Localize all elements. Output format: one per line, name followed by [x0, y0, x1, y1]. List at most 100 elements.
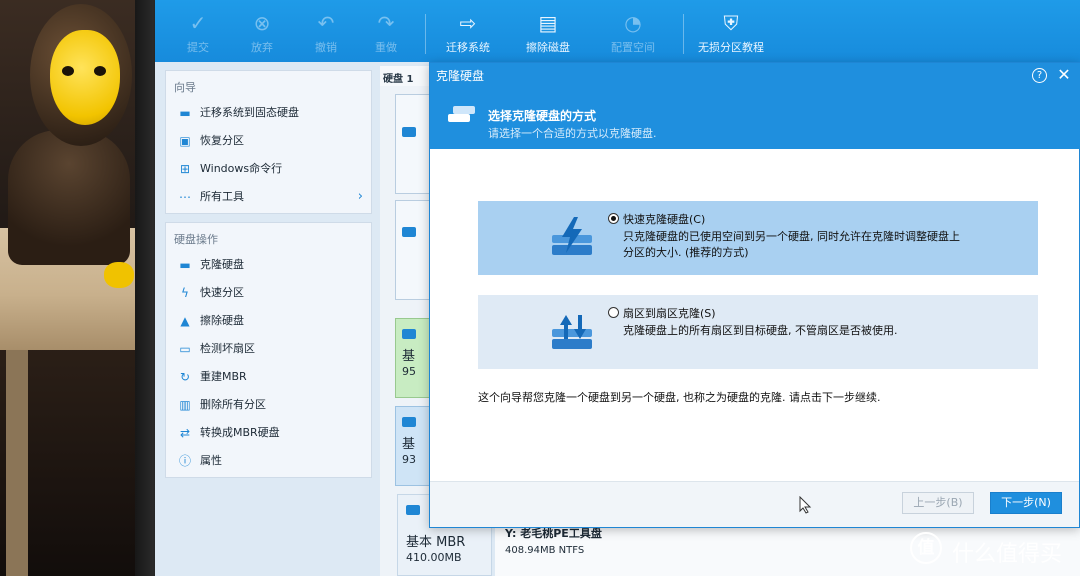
- disk-operations-section: 硬盘操作 ▬ 克隆硬盘 ϟ 快速分区 ▲ 擦除硬盘 ▭ 检测坏扇区 ↻ 重建MB…: [165, 222, 372, 478]
- disk-icon: [402, 227, 416, 237]
- windows-icon: [402, 127, 416, 137]
- sidebar-item-windows-cmd[interactable]: ⊞ Windows命令行: [166, 155, 371, 183]
- quick-clone-description: 只克隆硬盘的已使用空间到另一个硬盘, 同时允许在克隆时调整硬盘上分区的大小. (…: [623, 230, 960, 259]
- sidebar-item-wipe-disk[interactable]: ▲ 擦除硬盘: [166, 307, 371, 335]
- sidebar-item-check-bad-sectors[interactable]: ▭ 检测坏扇区: [166, 335, 371, 363]
- redo-icon: ↷: [377, 11, 395, 35]
- sidebar-item-label: 恢复分区: [200, 134, 244, 147]
- quick-clone-icon: [552, 217, 592, 255]
- figurine-eye: [62, 66, 74, 76]
- mouse-cursor-icon: [799, 496, 812, 514]
- wipe-disk-button[interactable]: ▤ 擦除磁盘: [513, 10, 583, 58]
- dialog-header: 选择克隆硬盘的方式 请选择一个合适的方式以克隆硬盘.: [430, 89, 1080, 149]
- disk-size-label: 410.00MB: [406, 551, 462, 564]
- broom-icon: ▲: [180, 314, 190, 328]
- redo-button[interactable]: ↷ 重做: [351, 10, 421, 58]
- disk-type-label: 基本 MBR: [406, 535, 466, 550]
- disk-icon: [402, 417, 416, 427]
- sidebar-item-rebuild-mbr[interactable]: ↻ 重建MBR: [166, 363, 371, 391]
- option-sector-clone[interactable]: 扇区到扇区克隆(S) 克隆硬盘上的所有扇区到目标硬盘, 不管扇区是否被使用.: [478, 295, 1038, 369]
- partition-info: 408.94MB NTFS: [505, 545, 585, 556]
- wizard-hint: 这个向导帮您克隆一个硬盘到另一个硬盘, 也称之为硬盘的克隆. 请点击下一步继续.: [478, 391, 881, 404]
- sidebar-item-delete-all-partitions[interactable]: ▥ 删除所有分区: [166, 391, 371, 419]
- wizard-section: 向导 ▬ 迁移系统到固态硬盘 ▣ 恢复分区 ⊞ Windows命令行 ⋯ 所有工…: [165, 70, 372, 214]
- sector-clone-icon: [552, 315, 592, 349]
- disk-type-label: 基: [402, 349, 416, 364]
- sidebar-item-label: 擦除硬盘: [200, 314, 244, 327]
- cancel-icon: ⊗: [253, 11, 271, 35]
- sector-clone-description: 克隆硬盘上的所有扇区到目标硬盘, 不管扇区是否被使用.: [623, 324, 898, 337]
- help-icon[interactable]: ?: [1032, 68, 1047, 83]
- sidebar-item-label: 检测坏扇区: [200, 342, 255, 355]
- disk-icon: [406, 505, 420, 515]
- sidebar-item-properties[interactable]: ⓘ 属性: [166, 447, 371, 475]
- windows-icon: ⊞: [179, 162, 191, 176]
- sidebar-item-label: 删除所有分区: [200, 398, 266, 411]
- option-quick-clone[interactable]: 快速克隆硬盘(C) 只克隆硬盘的已使用空间到另一个硬盘, 同时允许在克隆时调整硬…: [478, 201, 1038, 275]
- sector-clone-label: 扇区到扇区克隆(S): [623, 307, 716, 320]
- toolbar-separator: [683, 14, 684, 54]
- watermark-logo: 值: [910, 532, 942, 564]
- close-icon[interactable]: ✕: [1055, 66, 1073, 84]
- dialog-title-bar: 克隆硬盘 ? ✕: [430, 63, 1080, 89]
- discard-label: 放弃: [251, 41, 273, 54]
- undo-label: 撤销: [315, 41, 337, 54]
- sidebar-item-all-tools[interactable]: ⋯ 所有工具 ›: [166, 183, 371, 211]
- sidebar-item-label: 快速分区: [200, 286, 244, 299]
- dialog-header-subtitle: 请选择一个合适的方式以克隆硬盘.: [488, 127, 657, 140]
- commit-button[interactable]: ✓ 提交: [163, 10, 233, 58]
- wipe-disk-icon: ▤: [538, 11, 558, 35]
- sidebar-item-clone-disk[interactable]: ▬ 克隆硬盘: [166, 251, 371, 279]
- next-button[interactable]: 下一步(N): [990, 492, 1062, 514]
- check-icon: ✓: [189, 11, 207, 35]
- previous-button[interactable]: 上一步(B): [902, 492, 974, 514]
- wipe-disk-label: 擦除磁盘: [526, 41, 570, 54]
- quick-clone-label: 快速克隆硬盘(C): [623, 213, 706, 226]
- sector-clone-radio[interactable]: [608, 307, 619, 318]
- watermark-text: 什么值得买: [952, 542, 1063, 567]
- dialog-header-title: 选择克隆硬盘的方式: [488, 109, 597, 123]
- migrate-icon: ⇨: [459, 11, 477, 35]
- convert-icon: ⇄: [179, 426, 191, 440]
- quick-clone-radio[interactable]: [608, 213, 619, 224]
- undo-icon: ↶: [317, 11, 335, 35]
- disk-tab[interactable]: 硬盘 1: [380, 66, 435, 86]
- sidebar-item-restore-partition[interactable]: ▣ 恢复分区: [166, 127, 371, 155]
- commit-label: 提交: [187, 41, 209, 54]
- disk-type-label: 基: [402, 437, 416, 452]
- toolbar-separator: [425, 14, 426, 54]
- discard-button[interactable]: ⊗ 放弃: [227, 10, 297, 58]
- tutorial-button[interactable]: ⛨ 无损分区教程: [687, 10, 775, 58]
- figurine-body: [8, 130, 130, 265]
- migrate-system-button[interactable]: ⇨ 迁移系统: [433, 10, 503, 58]
- clone-disk-dialog: 克隆硬盘 ? ✕ 选择克隆硬盘的方式 请选择一个合适的方式以克隆硬盘. 快速克隆…: [429, 62, 1080, 528]
- clone-disk-icon: ▬: [179, 258, 191, 272]
- migrate-label: 迁移系统: [446, 41, 490, 54]
- figurine-hand: [104, 262, 134, 288]
- dialog-title: 克隆硬盘: [436, 69, 485, 83]
- disk-size-label: 93: [402, 453, 416, 466]
- dialog-footer: 上一步(B) 下一步(N): [430, 481, 1079, 527]
- restore-icon: ▣: [179, 134, 191, 148]
- left-panel: 向导 ▬ 迁移系统到固态硬盘 ▣ 恢复分区 ⊞ Windows命令行 ⋯ 所有工…: [165, 70, 372, 570]
- redo-label: 重做: [375, 41, 397, 54]
- info-icon: ⓘ: [178, 454, 191, 468]
- disk-icon: [402, 329, 416, 339]
- allocate-space-button[interactable]: ◔ 配置空间: [598, 10, 668, 58]
- allocate-space-label: 配置空间: [611, 41, 655, 54]
- sidebar-item-convert-mbr[interactable]: ⇄ 转换成MBR硬盘: [166, 419, 371, 447]
- app-screen: ✓ 提交 ⊗ 放弃 ↶ 撤销 ↷ 重做 ⇨ 迁移系统 ▤ 擦除磁盘 ◔ 配置空间: [155, 0, 1080, 576]
- sidebar-item-label: 属性: [200, 454, 222, 467]
- toolbar: ✓ 提交 ⊗ 放弃 ↶ 撤销 ↷ 重做 ⇨ 迁移系统 ▤ 擦除磁盘 ◔ 配置空间: [155, 0, 1080, 62]
- tutorial-label: 无损分区教程: [698, 41, 764, 54]
- figurine-face: [50, 30, 120, 125]
- wizard-heading: 向导: [174, 81, 196, 94]
- sidebar-item-quick-partition[interactable]: ϟ 快速分区: [166, 279, 371, 307]
- clone-disk-icon: [448, 106, 475, 122]
- sidebar-item-migrate-ssd[interactable]: ▬ 迁移系统到固态硬盘: [166, 99, 371, 127]
- sidebar-item-label: 转换成MBR硬盘: [200, 426, 280, 439]
- scan-icon: ▭: [179, 342, 191, 356]
- allocate-space-icon: ◔: [624, 11, 642, 35]
- disk-icon: ▬: [179, 106, 191, 120]
- shield-plus-icon: ⛨: [723, 11, 739, 35]
